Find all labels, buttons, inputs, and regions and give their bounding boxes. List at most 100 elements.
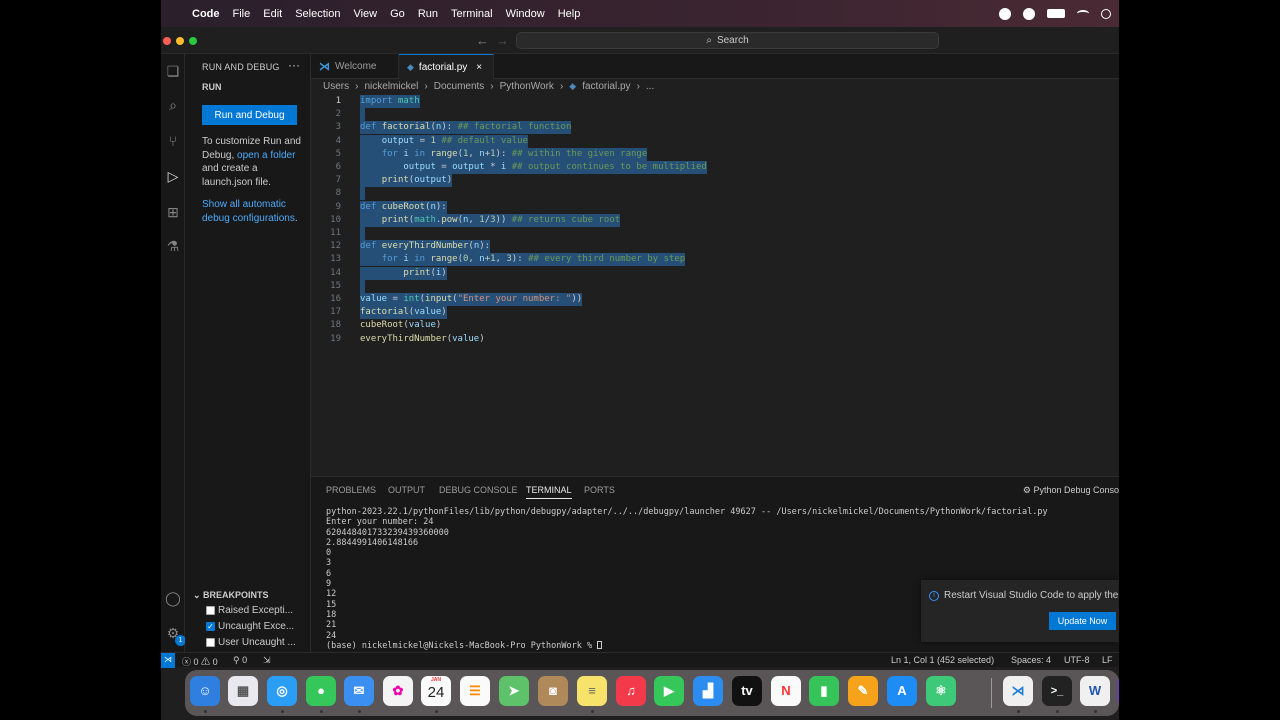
ports-status[interactable]: ⚲ 0 [233, 655, 247, 666]
source-control-icon[interactable]: ⑂ [165, 133, 181, 149]
photos-icon[interactable]: ✿ [383, 676, 413, 706]
word-icon[interactable]: W [1080, 676, 1110, 706]
tab-ports[interactable]: PORTS [584, 485, 615, 495]
menu-help[interactable]: Help [558, 8, 581, 20]
tab-debug-console[interactable]: DEBUG CONSOLE [439, 485, 518, 495]
menu-terminal[interactable]: Terminal [451, 8, 493, 20]
atom-icon[interactable]: ⚛ [926, 676, 956, 706]
github-icon[interactable]: ◐ [1117, 676, 1119, 706]
contacts-icon[interactable]: ◙ [538, 676, 568, 706]
breadcrumb-users[interactable]: Users [323, 81, 349, 92]
more-actions-icon[interactable]: ··· [288, 58, 300, 72]
m-icon[interactable] [1023, 7, 1035, 20]
menu-edit[interactable]: Edit [263, 8, 282, 20]
code-line[interactable] [360, 227, 366, 240]
pages-icon[interactable]: ✎ [848, 676, 878, 706]
code-line[interactable]: print(math.pow(n, 1/3)) ## returns cube … [360, 213, 621, 227]
line-ending[interactable]: LF [1102, 655, 1113, 665]
code-line[interactable] [360, 187, 366, 201]
search-icon[interactable]: ⌕ [165, 97, 181, 113]
tab-terminal[interactable]: TERMINAL [526, 485, 572, 499]
menu-window[interactable]: Window [506, 8, 545, 20]
close-window-icon[interactable] [163, 37, 171, 45]
appletv-icon[interactable]: tv [732, 676, 762, 706]
settings-gear-icon[interactable]: ⚙ 1 [165, 625, 186, 646]
code-line[interactable]: factorial(value) [360, 306, 447, 320]
terminal-icon[interactable]: >_ [1042, 676, 1072, 706]
run-section-header[interactable]: RUN [202, 82, 222, 92]
messages-icon[interactable]: ● [306, 676, 336, 706]
code-line[interactable]: def everyThirdNumber(n): [360, 240, 491, 254]
open-folder-link[interactable]: open a folder [237, 150, 295, 161]
code-line[interactable]: print(i) [360, 266, 447, 280]
breadcrumb-pythonwork[interactable]: PythonWork [500, 81, 554, 92]
breadcrumb-file[interactable]: factorial.py [582, 81, 630, 92]
battery-icon[interactable] [1047, 9, 1065, 18]
checkbox-checked[interactable]: ✓ [206, 622, 215, 631]
menu-file[interactable]: File [233, 8, 251, 20]
code-line[interactable]: everyThirdNumber(value) [360, 333, 485, 346]
vscode-icon[interactable]: ⋊ [1003, 676, 1033, 706]
testing-icon[interactable]: ⚗ [165, 238, 181, 254]
command-center-search[interactable]: ⌕ Search [516, 32, 939, 49]
music-icon[interactable]: ♫ [616, 676, 646, 706]
menu-selection[interactable]: Selection [295, 8, 340, 20]
terminal-selector[interactable]: ⚙ Python Debug Conso [1023, 485, 1119, 496]
menu-go[interactable]: Go [390, 8, 405, 20]
encoding[interactable]: UTF-8 [1064, 655, 1090, 665]
tab-problems[interactable]: PROBLEMS [326, 485, 376, 495]
breakpoint-uncaught-exceptions[interactable]: ✓ Uncaught Exce... [206, 621, 306, 632]
back-arrow-icon[interactable]: ← [476, 33, 489, 48]
notes-icon[interactable]: ≡ [577, 676, 607, 706]
code-line[interactable]: value = int(input("Enter your number: ")… [360, 293, 583, 306]
debug-launch-icon[interactable]: ⇲ [263, 655, 271, 666]
menu-run[interactable]: Run [418, 8, 438, 20]
show-configurations-link[interactable]: Show all automatic debug configurations [202, 199, 295, 224]
remote-icon[interactable]: ⋊ [161, 653, 175, 668]
checkbox[interactable] [206, 606, 215, 615]
breakpoints-header[interactable]: ⌄ BREAKPOINTS [193, 590, 269, 601]
account-icon[interactable]: ◯ [165, 590, 181, 606]
code-line[interactable] [360, 108, 366, 122]
mail-icon[interactable]: ✉ [344, 676, 374, 706]
breakpoint-raised-exceptions[interactable]: Raised Excepti... [206, 605, 306, 616]
tab-welcome[interactable]: ⋊ Welcome [311, 54, 399, 79]
appstore-icon[interactable]: A [887, 676, 917, 706]
close-tab-icon[interactable]: × [476, 62, 482, 73]
breadcrumb-user[interactable]: nickelmickel [364, 81, 418, 92]
code-line[interactable]: output = output * i ## output continues … [360, 161, 707, 174]
problems-status[interactable]: ⓧ 0 ⚠ 0 [182, 655, 218, 668]
code-line[interactable]: def cubeRoot(n): [360, 200, 447, 214]
tab-factorial-py[interactable]: ◆ factorial.py × [399, 54, 494, 79]
safari-icon[interactable]: ◎ [267, 676, 297, 706]
numbers-icon[interactable]: ▮ [809, 676, 839, 706]
maximize-window-icon[interactable] [189, 37, 197, 45]
minimize-window-icon[interactable] [176, 37, 184, 45]
explorer-icon[interactable]: ❏ [165, 63, 181, 79]
indentation[interactable]: Spaces: 4 [1011, 655, 1051, 665]
update-now-button[interactable]: Update Now [1049, 612, 1116, 630]
maps-icon[interactable]: ➤ [499, 676, 529, 706]
extensions-icon[interactable]: ⊞ [165, 204, 181, 220]
code-editor[interactable]: 1 import math 2 3 def factorial(n): ## fac… [311, 95, 1119, 475]
finder-icon[interactable]: ☺ [190, 676, 220, 706]
menu-app-name[interactable]: Code [192, 8, 220, 20]
code-line[interactable]: cubeRoot(value) [360, 319, 441, 332]
breakpoint-user-uncaught[interactable]: User Uncaught ... [206, 637, 306, 648]
facetime-icon[interactable]: ▶ [654, 676, 684, 706]
spotlight-icon[interactable] [1101, 8, 1111, 19]
code-line[interactable]: output = 1 ## default value [360, 134, 529, 148]
cursor-position[interactable]: Ln 1, Col 1 (452 selected) [891, 655, 994, 665]
menu-view[interactable]: View [353, 8, 377, 20]
breadcrumb-documents[interactable]: Documents [434, 81, 485, 92]
wifi-icon[interactable] [1077, 10, 1089, 17]
run-debug-icon[interactable]: ▷ [165, 168, 181, 184]
checkbox[interactable] [206, 638, 215, 647]
reminders-icon[interactable]: ☰ [460, 676, 490, 706]
code-line[interactable]: import math [360, 95, 420, 108]
keynote-icon[interactable]: ▟ [693, 676, 723, 706]
code-line[interactable]: print(output) [360, 174, 453, 188]
breadcrumb-symbol[interactable]: ... [646, 81, 654, 92]
tab-output[interactable]: OUTPUT [388, 485, 425, 495]
launchpad-icon[interactable]: ▦ [228, 676, 258, 706]
